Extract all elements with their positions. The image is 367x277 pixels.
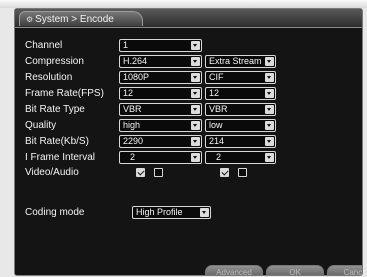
ok-button[interactable]: OK (266, 265, 324, 275)
main-quality-select[interactable]: high (119, 119, 202, 132)
chevron-down-icon (200, 208, 209, 217)
encode-form: Channel 1 Compression H.264 Extra Stream… (15, 29, 362, 275)
title-bar: ⚙ System > Encode (15, 9, 362, 28)
settings-icon: ⚙ (26, 15, 34, 24)
frame-rate-label: Frame Rate(FPS) (25, 88, 104, 99)
bit-rate-type-row: Bit Rate Type VBR VBR (15, 103, 362, 116)
main-compression-select[interactable]: H.264 (119, 55, 202, 68)
compression-row: Compression H.264 Extra Stream (15, 55, 362, 68)
chevron-down-icon (191, 73, 200, 82)
main-frame-rate-select[interactable]: 12 (119, 87, 202, 100)
quality-row: Quality high low (15, 119, 362, 132)
compression-label: Compression (25, 56, 84, 67)
main-i-frame-interval-select[interactable]: 2 (119, 151, 202, 164)
extra-video-checkbox[interactable] (220, 168, 229, 177)
resolution-row: Resolution 1080P CIF (15, 71, 362, 84)
main-resolution-select[interactable]: 1080P (119, 71, 202, 84)
bit-rate-row: Bit Rate(Kb/S) 2290 214 (15, 135, 362, 148)
chevron-down-icon (191, 41, 200, 50)
channel-row: Channel 1 (15, 39, 362, 52)
window-title: System > Encode (35, 14, 114, 25)
background-strip (0, 0, 367, 8)
chevron-down-icon (265, 137, 274, 146)
cancel-button[interactable]: Cancel (327, 265, 362, 275)
video-audio-row: Video/Audio (15, 166, 362, 179)
frame-rate-row: Frame Rate(FPS) 12 12 (15, 87, 362, 100)
extra-bit-rate-type-select[interactable]: VBR (205, 103, 276, 116)
main-audio-checkbox[interactable] (154, 168, 163, 177)
advanced-button[interactable]: Advanced (205, 265, 263, 275)
chevron-down-icon (191, 105, 200, 114)
extra-i-frame-interval-select[interactable]: 2 (205, 151, 276, 164)
chevron-down-icon (191, 137, 200, 146)
chevron-down-icon (191, 153, 200, 162)
extra-frame-rate-select[interactable]: 12 (205, 87, 276, 100)
encode-window: ⚙ System > Encode Channel 1 Compression H… (14, 8, 363, 276)
chevron-down-icon (265, 121, 274, 130)
extra-quality-select[interactable]: low (205, 119, 276, 132)
chevron-down-icon (265, 73, 274, 82)
extra-stream-select[interactable]: Extra Stream (205, 55, 276, 68)
channel-label: Channel (25, 40, 63, 51)
resolution-label: Resolution (25, 72, 73, 83)
quality-label: Quality (25, 120, 57, 131)
chevron-down-icon (265, 105, 274, 114)
chevron-down-icon (265, 153, 274, 162)
coding-mode-select[interactable]: High Profile (132, 206, 211, 219)
chevron-down-icon (191, 121, 200, 130)
bit-rate-label: Bit Rate(Kb/S) (25, 136, 89, 147)
chevron-down-icon (265, 89, 274, 98)
extra-bit-rate-select[interactable]: 214 (205, 135, 276, 148)
extra-audio-checkbox[interactable] (238, 168, 247, 177)
main-bit-rate-type-select[interactable]: VBR (119, 103, 202, 116)
coding-mode-label: Coding mode (25, 207, 85, 218)
main-bit-rate-select[interactable]: 2290 (119, 135, 202, 148)
chevron-down-icon (265, 57, 274, 66)
i-frame-interval-row: I Frame Interval 2 2 (15, 151, 362, 164)
coding-mode-row: Coding mode High Profile (15, 206, 362, 219)
i-frame-interval-label: I Frame Interval (25, 152, 96, 163)
chevron-down-icon (191, 89, 200, 98)
chevron-down-icon (191, 57, 200, 66)
bit-rate-type-label: Bit Rate Type (25, 104, 85, 115)
main-video-checkbox[interactable] (136, 168, 145, 177)
channel-select[interactable]: 1 (119, 39, 202, 52)
video-audio-label: Video/Audio (25, 167, 79, 178)
extra-resolution-select[interactable]: CIF (205, 71, 276, 84)
title-tab: ⚙ System > Encode (19, 11, 143, 26)
